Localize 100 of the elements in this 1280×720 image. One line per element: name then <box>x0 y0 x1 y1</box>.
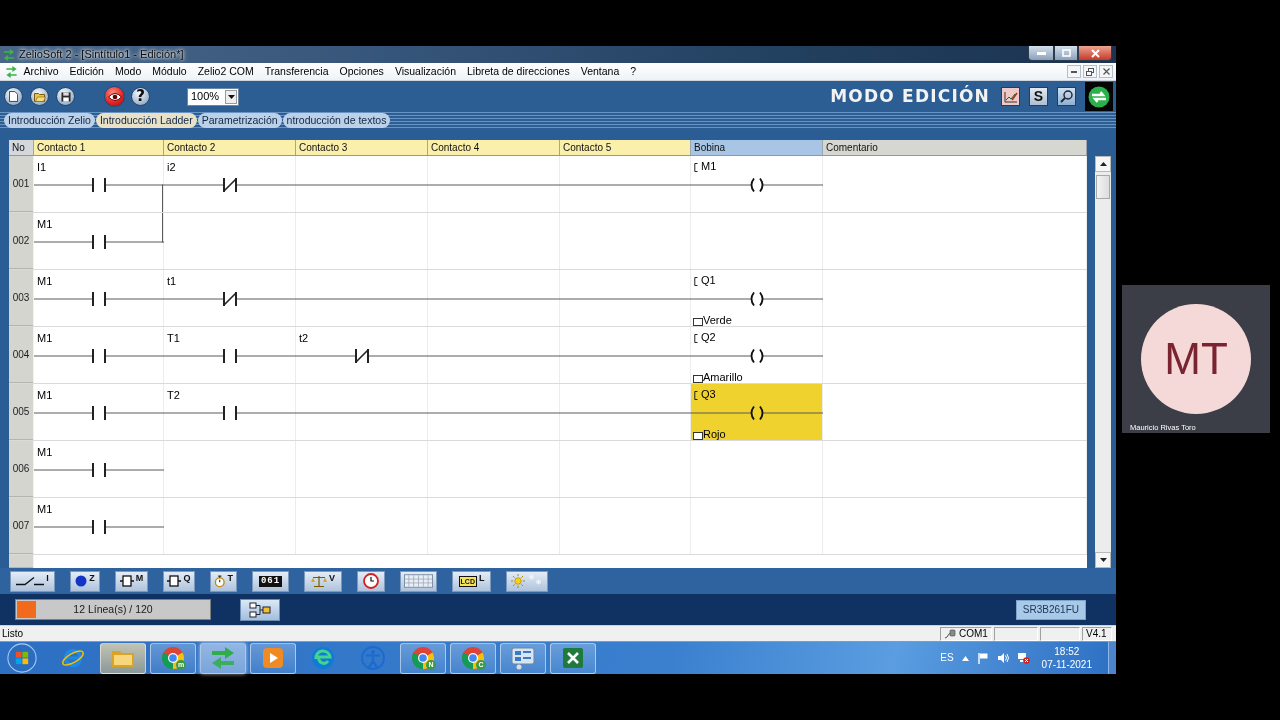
zoom-dropdown[interactable]: 100% <box>187 87 239 106</box>
column-header: Contacto 2 <box>164 140 296 155</box>
tool-button[interactable] <box>357 570 385 592</box>
clock-time: 18:52 <box>1053 645 1081 658</box>
network-button[interactable] <box>240 598 280 621</box>
bracket-icon <box>694 390 698 400</box>
column-header: Bobina <box>691 140 823 155</box>
tool-button[interactable]: T <box>210 570 237 592</box>
tool-button[interactable] <box>506 570 548 592</box>
square-icon <box>693 432 703 440</box>
minimize-icon <box>1071 70 1077 73</box>
status-text: Listo <box>1 626 24 641</box>
vertical-scrollbar[interactable] <box>1095 156 1111 568</box>
arrows-logo-icon <box>5 65 18 78</box>
tool-button[interactable]: Q <box>163 570 195 592</box>
column-header: Comentario <box>823 140 1087 155</box>
menu-item[interactable]: Edición <box>64 63 110 80</box>
tricolor-circle-icon <box>411 646 435 670</box>
app-logo-button[interactable] <box>1085 82 1113 111</box>
chart-pencil-icon <box>1003 90 1018 103</box>
maximize-button[interactable] <box>1054 46 1078 61</box>
coil-cell[interactable]: Q1 Verde <box>691 270 823 326</box>
menu-item[interactable]: Visualización <box>389 63 462 80</box>
document-icon <box>9 91 18 102</box>
tool-button[interactable]: Z <box>70 570 100 592</box>
window-title: ZelioSoft 2 - [Sintítulo1 - Edición*] <box>19 47 184 62</box>
save-button[interactable] <box>56 87 75 106</box>
contact-label: I1 <box>36 160 47 174</box>
taskbar-button[interactable] <box>100 642 146 674</box>
minimize-button[interactable] <box>1028 46 1054 61</box>
menu-item[interactable]: Transferencia <box>259 63 334 80</box>
help-button[interactable]: ? <box>131 87 150 106</box>
menu-item[interactable]: Zelio2 COM <box>192 63 260 80</box>
coil-comment: Rojo <box>703 428 726 440</box>
new-button[interactable] <box>4 87 23 106</box>
flag-icon <box>976 652 989 664</box>
contact-label: M1 <box>36 388 53 402</box>
clock-date: 07-11-2021 <box>1041 658 1092 671</box>
edit-mode-button[interactable] <box>1001 87 1020 106</box>
bracket-icon <box>694 276 698 286</box>
coil-cell[interactable]: Q3 Rojo <box>691 384 823 440</box>
taskbar-button[interactable] <box>250 642 296 674</box>
network-warning-icon <box>1016 652 1030 664</box>
tab[interactable]: Introducción Zelio <box>4 113 95 128</box>
tab[interactable]: Introducción Ladder <box>95 113 197 128</box>
simulation-mode-button[interactable]: S <box>1029 87 1048 106</box>
network-blocks-icon <box>249 601 271 618</box>
avatar-initials: MT <box>1141 304 1251 414</box>
bracket-icon <box>694 333 698 343</box>
contact-label: M1 <box>36 502 53 516</box>
tool-button[interactable]: V <box>304 570 342 592</box>
minimize-button[interactable] <box>1067 65 1081 78</box>
restore-button[interactable] <box>1083 65 1097 78</box>
sun-sparkle-icon <box>511 574 543 588</box>
tool-button[interactable] <box>400 570 437 592</box>
start-button[interactable] <box>4 642 40 674</box>
line-count: 12 Línea(s) / 120 <box>73 603 153 616</box>
row-number: 006 <box>9 441 34 497</box>
menu-item[interactable]: Libreta de direcciones <box>461 63 576 80</box>
version-label: V4.1 <box>1086 627 1107 640</box>
close-button[interactable] <box>1078 46 1112 61</box>
tab[interactable]: Parametrización <box>197 113 282 128</box>
row-number: 001 <box>9 156 34 212</box>
scrollbar-thumb[interactable] <box>1096 175 1110 199</box>
arrows-logo-icon <box>3 48 15 61</box>
open-button[interactable] <box>30 87 49 106</box>
menu-item[interactable]: Archivo <box>18 63 64 80</box>
grid-icon <box>404 574 433 588</box>
menu-item[interactable]: ? <box>624 63 642 80</box>
menu-item[interactable]: Módulo <box>146 63 193 80</box>
menu-item[interactable]: Modo <box>109 63 147 80</box>
tool-button[interactable]: I <box>10 570 55 592</box>
up-arrow-icon <box>1099 162 1107 166</box>
tricolor-circle-icon <box>461 646 485 670</box>
scroll-up-button[interactable] <box>1095 156 1111 172</box>
search-icon <box>1060 90 1073 103</box>
stopwatch-icon <box>214 574 226 588</box>
tool-button[interactable]: 061 <box>252 570 289 592</box>
caret-icon <box>227 94 235 99</box>
tool-button[interactable]: M <box>115 570 148 592</box>
contact-label: M1 <box>36 274 53 288</box>
monitor-mode-button[interactable] <box>1057 87 1076 106</box>
disc-icon <box>75 575 88 587</box>
menu-item[interactable]: Ventana <box>575 63 625 80</box>
coil-cell[interactable]: M1 <box>691 156 823 212</box>
arrows-circle-logo-icon <box>1088 85 1110 108</box>
switch-icon <box>16 576 45 586</box>
view-button[interactable] <box>104 86 125 107</box>
row-number: 004 <box>9 327 34 383</box>
tab[interactable]: ntroducción de textos <box>282 113 391 128</box>
menu-item[interactable]: Opciones <box>334 63 390 80</box>
close-button[interactable] <box>1099 65 1113 78</box>
coil-cell[interactable]: Q2 Amarillo <box>691 327 823 383</box>
coil-label: Q1 <box>701 274 716 288</box>
bracket-icon <box>694 162 698 172</box>
taskbar-button[interactable] <box>550 642 596 674</box>
spreadsheet-icon <box>561 646 585 670</box>
scroll-down-button[interactable] <box>1095 552 1111 568</box>
taskbar-button[interactable] <box>500 642 546 674</box>
down-arrow-icon <box>1099 558 1107 562</box>
